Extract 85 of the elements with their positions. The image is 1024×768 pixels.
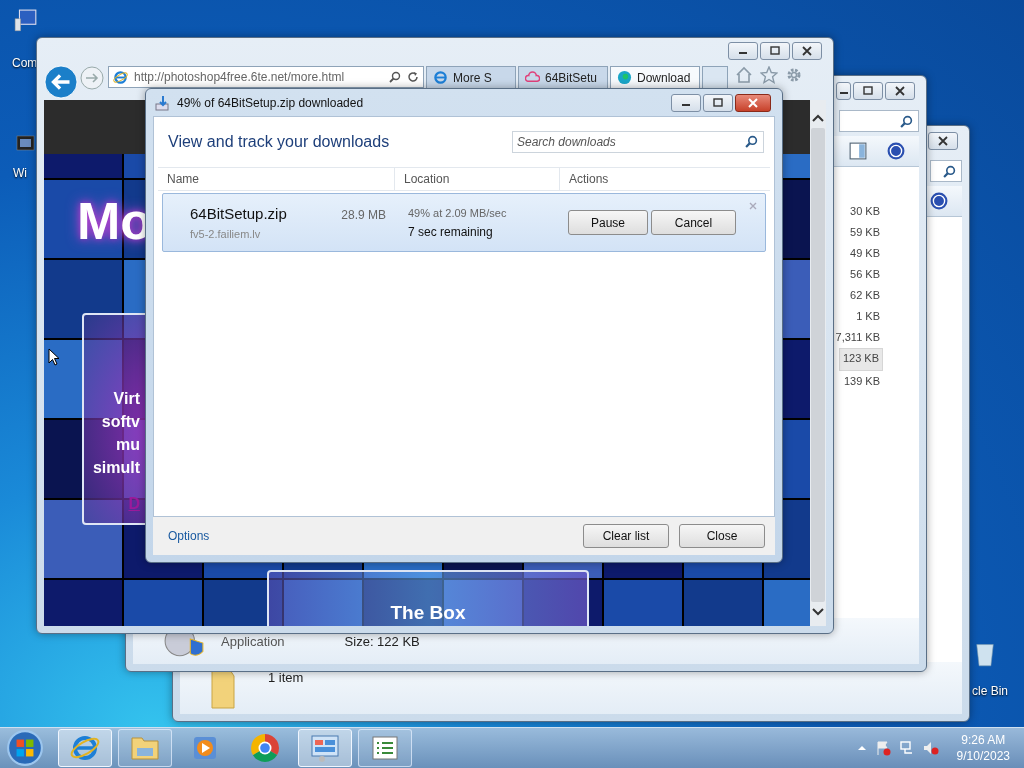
file-size[interactable]: 56 KB [847,264,883,285]
network-icon[interactable] [898,740,915,756]
promo-text: mu [116,435,140,455]
browser-tab[interactable]: More S [426,66,516,88]
dialog-heading: View and track your downloads [168,133,390,151]
file-size[interactable]: 123 KB [838,348,883,371]
dialog-button[interactable]: Clear list [583,524,669,548]
download-item[interactable]: 64BitSetup.zip 28.9 MB fv5-2.failiem.lv 49% at 2.09 MB/sec 7 sec remaining Pause Cancel [162,193,766,252]
control-panel-icon [309,732,341,764]
file-size[interactable]: 1 KB [853,306,883,327]
scrollbar[interactable] [810,100,826,626]
action-button[interactable]: Pause [568,210,648,235]
ie-icon [433,70,448,85]
scroll-up-icon[interactable] [812,114,824,122]
options-link[interactable]: Options [168,529,573,543]
promo-text: softv [101,412,140,432]
file-size[interactable]: 59 KB [847,222,883,243]
desktop-icon-label[interactable]: Com [12,56,38,70]
file-size[interactable]: 62 KB [847,285,883,306]
address-bar[interactable]: http://photoshop4free.6te.net/more.html [108,66,424,88]
download-icon [155,94,171,111]
download-source: fv5-2.failiem.lv [190,228,262,240]
ie-icon [113,69,128,85]
preview-pane-icon[interactable] [849,142,867,160]
settings-icon[interactable] [785,66,803,84]
time-remaining: 7 sec remaining [408,224,494,239]
file-size: 28.9 MB [341,208,386,222]
taskbar-button[interactable] [58,729,112,767]
mouse-cursor-icon [48,348,60,366]
taskbar-button[interactable] [358,729,412,767]
promo-text: Virt [113,389,140,409]
desktop-icon-label[interactable]: cle Bin [972,684,1009,698]
minimize-icon[interactable] [728,42,758,60]
promo-text: simult [92,458,140,478]
home-icon[interactable] [735,66,753,84]
file-size-detail: Size: 122 KB [344,633,420,649]
maximize-icon[interactable] [853,82,883,100]
item-count: 1 item [268,670,304,685]
scroll-down-icon[interactable] [812,608,824,616]
taskbar-button[interactable] [298,729,352,767]
close-icon[interactable] [928,132,958,150]
column-header[interactable]: Actions [560,168,609,190]
window-title: 49% of 64BitSetup.zip downloaded [177,95,365,110]
refresh-icon[interactable] [407,71,419,83]
column-header[interactable]: Name [158,168,395,190]
show-hidden-icons-icon[interactable] [856,745,867,751]
cloud-icon [525,70,540,85]
flag-icon[interactable] [874,740,891,756]
close-icon[interactable] [735,93,771,112]
file-size[interactable]: 49 KB [847,243,883,264]
browser-tab[interactable]: 64BitSetu [518,66,608,88]
computer-icon[interactable] [14,8,38,34]
muted-speaker-icon[interactable] [922,740,939,756]
globe-icon [617,70,632,85]
star-icon[interactable] [760,66,778,84]
file-type: Application [221,633,285,649]
file-size[interactable]: 7,311 KB [832,327,883,348]
download-progress: 49% at 2.09 MB/sec [408,206,508,219]
column-header[interactable]: Location [395,168,560,190]
start-button[interactable] [6,729,44,767]
maximize-icon[interactable] [760,42,790,60]
browser-tab[interactable]: Download [610,66,700,88]
new-tab-button[interactable] [702,66,728,88]
search-icon[interactable] [745,135,758,148]
minimize-icon[interactable] [671,93,701,112]
file-name: 64BitSetup.zip [190,205,287,222]
search-icon [943,164,956,178]
scrollbar-thumb[interactable] [811,128,825,602]
chrome-icon [249,732,281,764]
search-field[interactable]: Search downloads [512,131,764,153]
search-field[interactable] [839,110,919,132]
action-button[interactable]: Cancel [651,210,736,235]
url-text[interactable]: http://photoshop4free.6te.net/more.html [134,70,383,84]
search-icon [900,114,913,128]
desktop-icon-label[interactable]: Wi [13,166,27,180]
close-icon[interactable] [885,82,915,100]
dialog-button[interactable]: Close [679,524,765,548]
search-field[interactable] [930,160,962,182]
close-icon[interactable] [792,42,822,60]
file-size[interactable]: 139 KB [840,371,883,392]
file-size[interactable]: 30 KB [847,201,883,222]
minimize-icon[interactable] [836,82,851,100]
search-icon[interactable] [389,71,401,83]
product-title: The Box [390,602,466,625]
maximize-icon[interactable] [703,93,733,112]
